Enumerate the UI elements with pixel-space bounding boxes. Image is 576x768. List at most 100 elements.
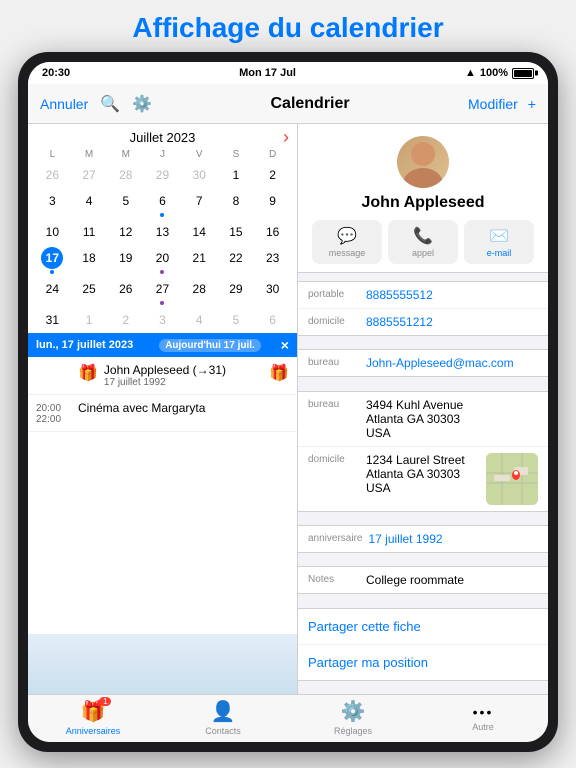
search-icon[interactable]: 🔍 xyxy=(100,94,120,114)
cal-cell[interactable]: 6 xyxy=(254,307,291,333)
cal-cell[interactable]: 1 xyxy=(218,162,255,188)
cal-cell[interactable]: 6 xyxy=(144,188,181,219)
cal-cell[interactable]: 31 xyxy=(34,307,71,333)
tab-autre[interactable]: ••• Autre xyxy=(418,704,548,732)
cal-cell[interactable]: 28 xyxy=(107,162,144,188)
screen: 20:30 Mon 17 Jul ▲ 100% Annuler 🔍 ⚙️ Cal… xyxy=(28,62,548,742)
cal-week-4: 17 18 19 20 21 22 23 xyxy=(34,245,291,276)
cal-cell[interactable]: 26 xyxy=(107,276,144,307)
left-panel: Juillet 2023 › L M M J V S D xyxy=(28,124,298,694)
gear-icon[interactable]: ⚙️ xyxy=(132,94,152,114)
cal-cell[interactable]: 7 xyxy=(181,188,218,219)
cal-cell-today[interactable]: 17 xyxy=(34,245,71,276)
cal-cell[interactable]: 25 xyxy=(71,276,108,307)
tab-contacts-label: Contacts xyxy=(205,726,241,736)
bureau-email-value[interactable]: John-Appleseed@mac.com xyxy=(366,356,538,370)
domicile-addr-value[interactable]: 1234 Laurel Street Atlanta GA 30303 USA xyxy=(366,453,480,495)
cal-cell[interactable]: 12 xyxy=(107,219,144,245)
cal-cell[interactable]: 16 xyxy=(254,219,291,245)
tab-badge-count: 1 xyxy=(99,697,111,706)
tab-contacts[interactable]: 👤 Contacts xyxy=(158,699,288,736)
cal-cell[interactable]: 19 xyxy=(107,245,144,276)
cal-cell[interactable]: 9 xyxy=(254,188,291,219)
call-action-btn[interactable]: 📞 appel xyxy=(388,220,458,264)
bureau-addr-value[interactable]: 3494 Kuhl Avenue Atlanta GA 30303 USA xyxy=(366,398,538,440)
cal-cell[interactable]: 29 xyxy=(218,276,255,307)
day-header-l: L xyxy=(34,147,71,162)
event-time-empty xyxy=(36,363,72,365)
cal-cell[interactable]: 2 xyxy=(254,162,291,188)
contact-name: John Appleseed xyxy=(362,194,485,212)
notes-value: College roommate xyxy=(366,573,538,587)
right-panel: John Appleseed 💬 message 📞 appel ✉️ e- xyxy=(298,124,548,694)
portable-value[interactable]: 8885555512 xyxy=(366,288,538,302)
cancel-button[interactable]: Annuler xyxy=(40,96,88,112)
event-item-birthday[interactable]: 🎁 John Appleseed (→31) 17 juillet 1992 🎁 xyxy=(28,357,297,395)
cal-cell[interactable]: 5 xyxy=(107,188,144,219)
cal-cell[interactable]: 30 xyxy=(254,276,291,307)
more-icon: ••• xyxy=(473,704,494,720)
birthday-label: anniversaire xyxy=(308,532,362,544)
cal-cell[interactable]: 2 xyxy=(107,307,144,333)
cal-cell[interactable]: 3 xyxy=(144,307,181,333)
cal-cell[interactable]: 14 xyxy=(181,219,218,245)
cal-cell[interactable]: 24 xyxy=(34,276,71,307)
cal-cell[interactable]: 23 xyxy=(254,245,291,276)
calendar-next-btn[interactable]: › xyxy=(283,127,289,148)
cal-cell[interactable]: 21 xyxy=(181,245,218,276)
cal-cell[interactable]: 26 xyxy=(34,162,71,188)
info-row-bureau-addr: bureau 3494 Kuhl Avenue Atlanta GA 30303… xyxy=(298,392,548,447)
calendar-grid: L M M J V S D 26 27 28 29 30 xyxy=(28,147,297,333)
cal-cell[interactable]: 15 xyxy=(218,219,255,245)
tab-anniversaires[interactable]: 🎁 1 Anniversaires xyxy=(28,699,158,736)
cal-cell[interactable]: 3 xyxy=(34,188,71,219)
section-divider-5 xyxy=(298,594,548,599)
cal-cell[interactable]: 1 xyxy=(71,307,108,333)
nav-right: Modifier + xyxy=(468,96,536,112)
nav-title: Calendrier xyxy=(270,95,349,113)
cal-cell[interactable]: 30 xyxy=(181,162,218,188)
cal-cell[interactable]: 18 xyxy=(71,245,108,276)
settings-icon: ⚙️ xyxy=(341,699,366,724)
day-header-v: V xyxy=(181,147,218,162)
cal-cell[interactable]: 27 xyxy=(144,276,181,307)
cal-cell[interactable]: 11 xyxy=(71,219,108,245)
birthday-value[interactable]: 17 juillet 1992 xyxy=(368,532,538,546)
email-action-btn[interactable]: ✉️ e-mail xyxy=(464,220,534,264)
cal-cell[interactable]: 28 xyxy=(181,276,218,307)
cal-week-3: 10 11 12 13 14 15 16 xyxy=(34,219,291,245)
share-contact-link[interactable]: Partager cette fiche xyxy=(298,609,548,645)
event-item-cinema[interactable]: 20:00 22:00 Cinéma avec Margaryta xyxy=(28,395,297,432)
cal-cell[interactable]: 5 xyxy=(218,307,255,333)
message-action-btn[interactable]: 💬 message xyxy=(312,220,382,264)
modify-button[interactable]: Modifier xyxy=(468,96,518,112)
tab-anniversaires-icon-wrap: 🎁 1 xyxy=(81,699,106,724)
info-row-notes: Notes College roommate xyxy=(298,567,548,593)
cal-cell[interactable]: 4 xyxy=(71,188,108,219)
cal-cell[interactable]: 8 xyxy=(218,188,255,219)
domicile-addr-label: domicile xyxy=(308,453,360,465)
event-title-cinema: Cinéma avec Margaryta xyxy=(78,401,289,415)
map-thumbnail[interactable] xyxy=(486,453,538,505)
add-button[interactable]: + xyxy=(528,96,536,112)
message-label: message xyxy=(329,248,366,258)
event-time-cinema: 20:00 22:00 xyxy=(36,401,72,425)
contacts-icon: 👤 xyxy=(211,699,236,724)
battery-icon xyxy=(512,68,534,79)
event-content-birthday: John Appleseed (→31) 17 juillet 1992 xyxy=(104,363,263,388)
cal-cell[interactable]: 10 xyxy=(34,219,71,245)
cal-cell[interactable]: 4 xyxy=(181,307,218,333)
cal-cell[interactable]: 20 xyxy=(144,245,181,276)
event-bar-close-btn[interactable]: × xyxy=(281,337,289,353)
cal-cell[interactable]: 29 xyxy=(144,162,181,188)
day-header-j: J xyxy=(144,147,181,162)
domicile-phone-value[interactable]: 8885551212 xyxy=(366,315,538,329)
cal-cell[interactable]: 13 xyxy=(144,219,181,245)
cal-cell[interactable]: 22 xyxy=(218,245,255,276)
share-location-link[interactable]: Partager ma position xyxy=(298,645,548,680)
event-day-tag: Aujourd'hui 17 juil. xyxy=(159,339,261,352)
status-time: 20:30 xyxy=(42,67,70,79)
page-title: Affichage du calendrier xyxy=(0,0,576,52)
cal-cell[interactable]: 27 xyxy=(71,162,108,188)
tab-reglages[interactable]: ⚙️ Réglages xyxy=(288,699,418,736)
